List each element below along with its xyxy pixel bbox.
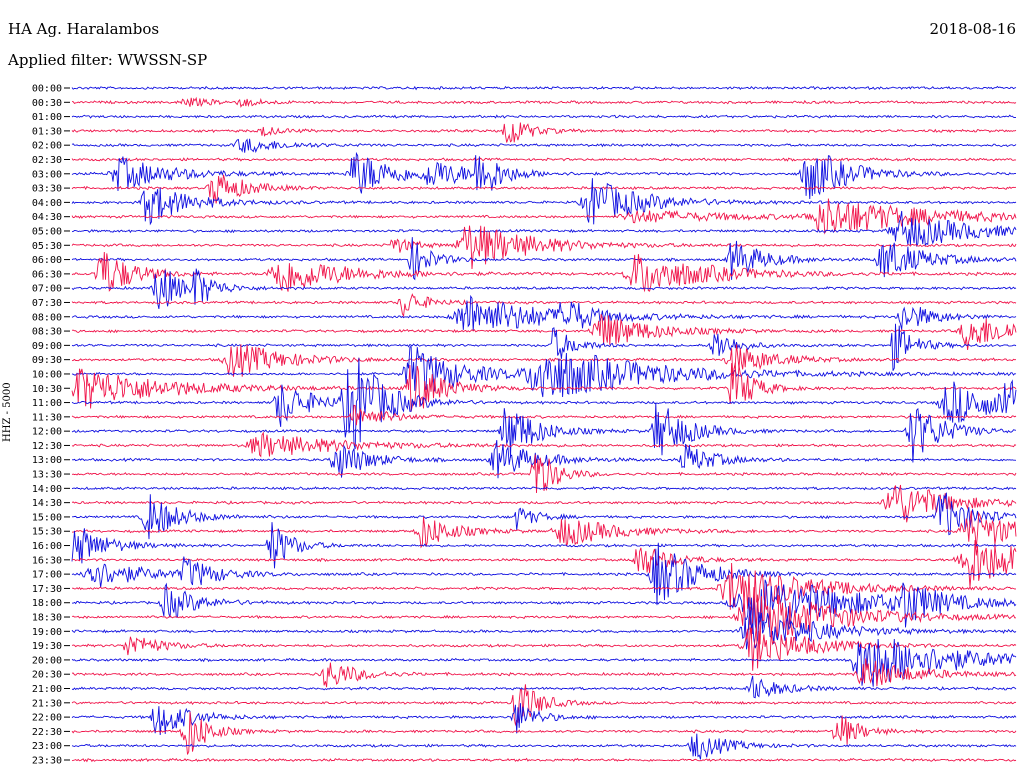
row-time-label: 02:00 [32,141,62,152]
seismogram-plot: 00:00 00:30 01:00 01:30 02:00 02:30 03:00 03:30… [32,84,1017,767]
row-time-label: 18:00 [32,598,62,609]
trace-line [71,522,1017,569]
row-time-label: 23:30 [32,756,62,767]
row-time-label: 15:00 [32,512,62,523]
row-time-label: 11:30 [32,412,62,423]
row-time-label: 05:30 [32,241,62,252]
row-time-label: 00:30 [32,98,62,109]
row-time-label: 01:30 [32,126,62,137]
trace-group [71,85,1017,763]
row-time-label: 05:00 [32,226,62,237]
row-time-label: 15:30 [32,527,62,538]
row-time-label: 21:30 [32,698,62,709]
trace-line [71,658,1017,688]
row-time-label: 02:30 [32,155,62,166]
row-time-label: 17:30 [32,584,62,595]
row-time-label: 09:00 [32,341,62,352]
row-label-group: 00:00 00:30 01:00 01:30 02:00 02:30 03:00 03:30… [32,84,70,767]
trace-line [71,345,1017,398]
row-time-label: 08:30 [32,327,62,338]
trace-line [71,362,1017,412]
row-time-label: 00:00 [32,84,62,95]
trace-line [71,122,1017,143]
trace-line [71,402,1017,463]
trace-line [71,225,1017,270]
trace-line [71,675,1017,699]
trace-line [71,733,1017,760]
trace-line [71,85,1017,91]
row-time-label: 22:00 [32,713,62,724]
row-time-label: 20:00 [32,655,62,666]
trace-line [71,757,1017,763]
trace-line [71,587,1017,645]
row-time-label: 10:00 [32,369,62,380]
trace-line [71,114,1017,119]
row-time-label: 03:00 [32,169,62,180]
row-time-label: 06:00 [32,255,62,266]
row-time-label: 16:30 [32,555,62,566]
trace-line [71,138,1017,154]
row-time-label: 19:00 [32,627,62,638]
row-time-label: 04:30 [32,212,62,223]
row-time-label: 09:30 [32,355,62,366]
row-time-label: 06:30 [32,269,62,280]
row-time-label: 19:30 [32,641,62,652]
trace-line [71,96,1017,108]
row-time-label: 13:00 [32,455,62,466]
trace-line [71,178,1017,226]
row-time-label: 12:00 [32,427,62,438]
row-time-label: 21:00 [32,684,62,695]
trace-line [71,268,1017,309]
trace-line [71,579,1017,635]
row-time-label: 04:00 [32,198,62,209]
row-time-label: 03:30 [32,184,62,195]
row-time-label: 07:30 [32,298,62,309]
row-time-label: 07:00 [32,284,62,295]
row-time-label: 18:30 [32,613,62,624]
row-time-label: 20:30 [32,670,62,681]
row-time-label: 16:00 [32,541,62,552]
row-time-label: 10:30 [32,384,62,395]
trace-line [71,293,1017,318]
row-time-label: 08:00 [32,312,62,323]
row-time-label: 14:30 [32,498,62,509]
row-time-label: 11:00 [32,398,62,409]
row-time-label: 23:00 [32,741,62,752]
row-time-label: 01:00 [32,112,62,123]
trace-line [71,542,1017,606]
trace-line [71,198,1017,235]
row-time-label: 14:00 [32,484,62,495]
row-time-label: 17:00 [32,570,62,581]
trace-line [71,157,1017,162]
row-time-label: 13:30 [32,470,62,481]
trace-line [71,404,1017,426]
row-time-label: 22:30 [32,727,62,738]
row-time-label: 12:30 [32,441,62,452]
